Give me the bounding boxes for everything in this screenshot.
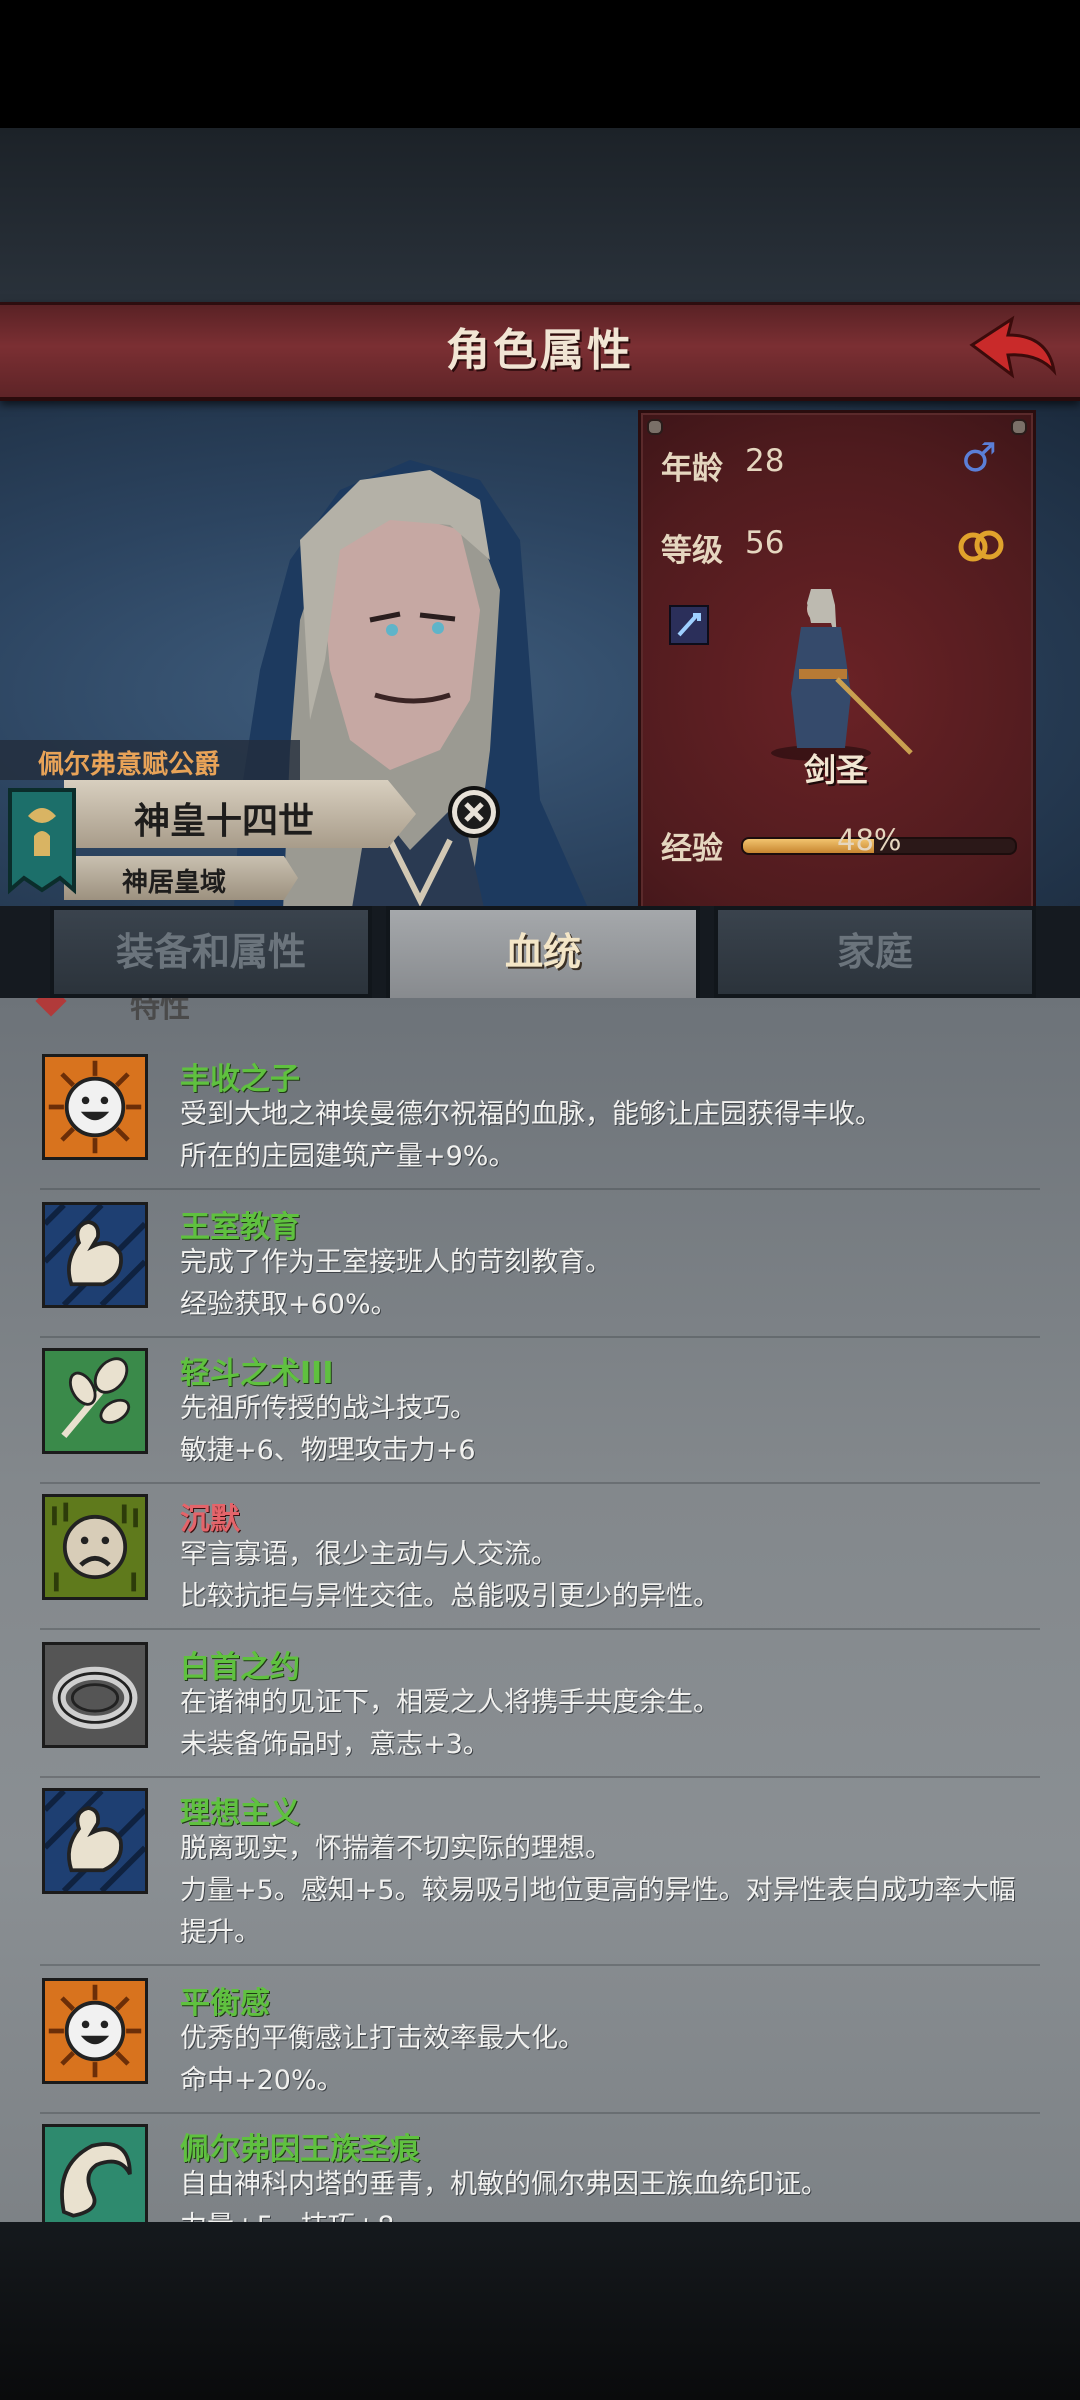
trait-description: 自由神科内塔的垂青，机敏的佩尔弗因王族血统印证。 力量+5，技巧+8 [180,2164,1040,2222]
divider [40,1628,1040,1630]
noble-title: 佩尔弗意赋公爵 [38,750,221,780]
trait-description: 先祖所传授的战斗技巧。 敏捷+6、物理攻击力+6 [180,1388,1040,1472]
sun-smile-icon [42,1978,148,2084]
trait-line: 在诸神的见证下，相爱之人将携手共度余生。 [180,1687,720,1718]
trait-name: 佩尔弗因王族圣痕 [180,2132,420,2167]
trait-name: 沉默 [180,1502,240,1537]
trait-line: 优秀的平衡感让打击效率最大化。 [180,2023,585,2054]
swirl-emblem-icon [42,2124,148,2222]
trait-name: 平衡感 [180,1986,270,2021]
divider [40,1964,1040,1966]
back-arrow-icon[interactable] [968,313,1058,389]
character-name: 神皇十四世 [133,801,314,842]
domain-plate[interactable]: 神居皇域 [64,856,298,900]
trait-line: 先祖所传授的战斗技巧。 [180,1393,477,1424]
trait-name: 王室教育 [180,1210,300,1245]
trait-line: 所在的庄园建筑产量+9%。 [180,1141,516,1172]
tab-family[interactable]: 家庭 [714,906,1036,998]
trait-description: 在诸神的见证下，相爱之人将携手共度余生。 未装备饰品时，意志+3。 [180,1682,1040,1766]
heraldic-banner-icon [8,788,76,895]
trait-description: 完成了作为王室接班人的苛刻教育。 经验获取+60%。 [180,1242,1040,1326]
trait-line: 敏捷+6、物理攻击力+6 [180,1435,476,1466]
noble-title-plate: 佩尔弗意赋公爵 [0,740,300,780]
divider [40,1188,1040,1190]
trait-line: 比较抗拒与异性交往。总能吸引更少的异性。 [180,1581,720,1612]
leaf-branch-icon [42,1348,148,1454]
name-plate[interactable]: 神皇十四世 [64,780,416,848]
trait-line: 未装备饰品时，意志+3。 [180,1729,490,1760]
trait-name: 丰收之子 [180,1062,300,1097]
trait-line: 力量+5，技巧+8 [180,2206,1040,2222]
traits-section-header: 特性 [130,998,190,1025]
trait-description: 脱离现实，怀揣着不切实际的理想。 力量+5。感知+5。较易吸引地位更高的异性。对… [180,1828,1040,1954]
sad-face-icon [42,1494,148,1600]
wedding-rings-icon [958,530,1004,562]
trait-line: 自由神科内塔的垂青，机敏的佩尔弗因王族血统印证。 [180,2169,828,2200]
section-marker-icon [35,998,67,1017]
class-figure [771,589,913,761]
trait-description: 优秀的平衡感让打击效率最大化。 命中+20%。 [180,2018,1040,2102]
class-name: 剑圣 [803,751,868,789]
trait-line: 罕言寡语，很少主动与人交流。 [180,1539,558,1570]
exp-percent: 48% [837,823,902,857]
age-value: 28 [745,443,785,479]
tab-bloodline[interactable]: 血统 [386,906,700,1002]
character-domain: 神居皇域 [121,868,226,898]
divider [40,1482,1040,1484]
close-icon[interactable] [446,784,502,840]
trait-description: 受到大地之神埃曼德尔祝福的血脉，能够让庄园获得丰收。 所在的庄园建筑产量+9%。 [180,1094,1040,1178]
trait-line: 受到大地之神埃曼德尔祝福的血脉，能够让庄园获得丰收。 [180,1099,882,1130]
age-label: 年龄 [661,451,723,487]
flexed-arm-icon [42,1788,148,1894]
trait-name: 理想主义 [180,1796,300,1831]
trait-name: 轻斗之术III [180,1356,334,1391]
tab-bar: 装备和属性 血统 家庭 [0,906,1080,1002]
screen: 角色属性 年龄 28 ♂ 等级 56 剑圣 经验 48% 佩尔弗意赋公爵 神皇十… [0,0,1080,2400]
trait-line: 力量+5。感知+5。较易吸引地位更高的异性。对异性表白成功率大幅 [180,1875,1016,1906]
trait-line: 命中+20%。 [180,2065,344,2096]
divider [40,1776,1040,1778]
trait-name: 白首之约 [180,1650,300,1685]
bottom-bar [0,2222,1080,2400]
level-value: 56 [745,525,785,561]
divider [40,1336,1040,1338]
tab-equipment-attributes[interactable]: 装备和属性 [50,906,372,998]
title-bar: 角色属性 [0,302,1080,401]
trait-line: 完成了作为王室接班人的苛刻教育。 [180,1247,612,1278]
page-title: 角色属性 [446,325,634,376]
trait-line: 提升。 [180,1917,261,1948]
ring-icon [42,1642,148,1748]
trait-line: 经验获取+60%。 [180,1289,398,1320]
stats-panel: 年龄 28 ♂ 等级 56 剑圣 经验 48% [638,410,1036,916]
male-icon: ♂ [961,435,997,481]
status-bar-area [0,0,1080,128]
flexed-arm-icon [42,1202,148,1308]
rivet [1011,419,1027,435]
sword-skill-icon[interactable] [669,605,709,645]
traits-list[interactable]: 特性 丰收之子 受到大地之神埃曼德尔祝福的血脉，能够让庄园获得丰收。 所在的庄园… [0,998,1080,2222]
sun-smile-icon [42,1054,148,1160]
trait-description: 罕言寡语，很少主动与人交流。 比较抗拒与异性交往。总能吸引更少的异性。 [180,1534,1040,1618]
divider [40,2112,1040,2114]
level-label: 等级 [661,533,723,569]
exp-label: 经验 [661,831,723,867]
rivet [647,419,663,435]
trait-line: 脱离现实，怀揣着不切实际的理想。 [180,1833,612,1864]
